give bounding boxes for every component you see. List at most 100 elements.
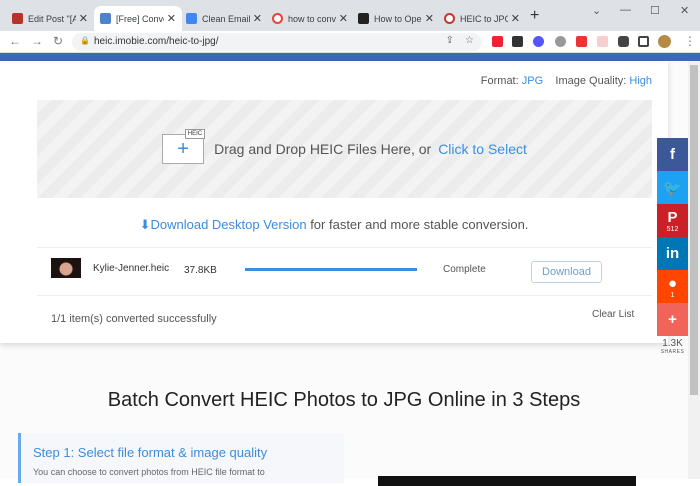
twitter-share-button[interactable]: 🐦 <box>657 171 688 204</box>
twitter-icon: 🐦 <box>663 179 682 197</box>
avatar[interactable] <box>658 35 671 48</box>
close-tab-icon[interactable]: ✕ <box>79 12 88 25</box>
more-share-button[interactable]: + <box>657 303 688 336</box>
file-thumbnail <box>51 258 81 278</box>
tab-label: Clean Email: <box>202 13 250 24</box>
file-size: 37.8KB <box>184 265 217 276</box>
quality-select[interactable]: High <box>629 75 652 87</box>
url-text: heic.imobie.com/heic-to-jpg/ <box>94 36 219 47</box>
close-tab-icon[interactable]: ✕ <box>511 12 520 25</box>
scrollbar[interactable] <box>688 61 700 479</box>
pinterest-icon: P <box>667 208 678 226</box>
extension-tp-icon[interactable] <box>492 36 503 47</box>
extension-icon[interactable] <box>533 36 544 47</box>
new-tab-button[interactable]: + <box>530 7 539 25</box>
pinterest-share-button[interactable]: P 512 <box>657 204 688 237</box>
section-heading: Batch Convert HEIC Photos to JPG Online … <box>107 389 581 411</box>
desktop-download-line: ⬇Download Desktop Version for faster and… <box>0 217 668 233</box>
site-header-bar <box>0 53 700 61</box>
file-list: Kylie-Jenner.heic 37.8KB Complete Downlo… <box>37 247 652 343</box>
favicon-icon <box>100 13 111 24</box>
step-text: You can choose to convert photos from HE… <box>33 467 265 477</box>
video-preview <box>378 476 636 486</box>
close-tab-icon[interactable]: ✕ <box>253 12 262 25</box>
plus-icon: + <box>668 311 677 328</box>
maximize-button[interactable]: ☐ <box>650 4 660 17</box>
dropzone-text: Drag and Drop HEIC Files Here, or <box>214 141 432 157</box>
extension-pdf-icon[interactable] <box>576 36 587 47</box>
file-status: Complete <box>443 264 486 275</box>
share-icon[interactable]: ⇪ <box>446 35 454 46</box>
converter-card: Format: JPG Image Quality: High + HEIC Dr… <box>0 61 668 343</box>
clear-list-button[interactable]: Clear List <box>592 309 634 320</box>
google-icon <box>272 13 283 24</box>
share-count: 1.3K <box>662 338 683 349</box>
conversion-summary: 1/1 item(s) converted successfully <box>51 313 217 325</box>
progress-fill <box>245 268 417 271</box>
progress-bar <box>245 268 417 271</box>
tab-label: How to Ope <box>374 13 422 24</box>
tab-label: Edit Post "[A <box>28 13 76 24</box>
desktop-text: for faster and more stable conversion. <box>306 217 529 232</box>
tab-heic-to-jpg[interactable]: HEIC to JPG ✕ <box>438 6 526 31</box>
heic-badge: HEIC <box>184 129 206 139</box>
download-arrow-icon: ⬇ <box>139 217 151 232</box>
download-desktop-link[interactable]: Download Desktop Version <box>150 217 306 232</box>
tab-edit-post[interactable]: Edit Post "[A ✕ <box>6 6 94 31</box>
file-name: Kylie-Jenner.heic <box>93 263 170 274</box>
extension-icon[interactable] <box>597 36 608 47</box>
dropzone[interactable]: + HEIC Drag and Drop HEIC Files Here, or … <box>37 100 652 198</box>
download-button[interactable]: Download <box>531 261 602 283</box>
favicon-icon <box>358 13 369 24</box>
scrollbar-thumb[interactable] <box>690 65 698 395</box>
puzzle-icon[interactable] <box>618 36 629 47</box>
tab-label: HEIC to JPG <box>460 13 508 24</box>
tab-label: how to conv <box>288 13 336 24</box>
format-label: Format: <box>480 75 519 87</box>
side-panel-icon[interactable] <box>638 36 649 47</box>
reddit-icon: ● <box>667 274 678 292</box>
close-window-button[interactable]: ✕ <box>680 4 689 17</box>
shares-label: SHARES <box>660 349 685 355</box>
back-icon[interactable]: ← <box>9 34 21 48</box>
step-title: Step 1: Select file format & image quali… <box>33 445 268 460</box>
star-icon[interactable]: ☆ <box>465 35 474 46</box>
reddit-share-button[interactable]: ● 1 <box>657 270 688 303</box>
tab-how-to-open[interactable]: How to Ope ✕ <box>352 6 440 31</box>
format-select[interactable]: JPG <box>522 75 543 87</box>
tab-google-search[interactable]: how to conv ✕ <box>266 6 354 31</box>
reddit-count: 1 <box>670 291 675 299</box>
minimize-button[interactable]: — <box>620 4 631 16</box>
extension-icon[interactable] <box>555 36 566 47</box>
page: Format: JPG Image Quality: High + HEIC Dr… <box>0 61 688 486</box>
share-total: 1.3K SHARES <box>657 338 688 355</box>
tab-search-icon[interactable]: ⌄ <box>592 4 601 17</box>
facebook-share-button[interactable]: f <box>657 138 688 171</box>
menu-icon[interactable]: ⋮ <box>684 34 696 48</box>
lock-icon: 🔒 <box>80 36 90 45</box>
step-1-box: Step 1: Select file format & image quali… <box>18 433 344 483</box>
quality-label: Image Quality: <box>555 75 627 87</box>
facebook-icon: f <box>670 146 675 163</box>
url-input[interactable]: 🔒 heic.imobie.com/heic-to-jpg/ ⇪ ☆ <box>72 33 482 51</box>
tab-bar: Edit Post "[A ✕ [Free] Conve ✕ Clean Email… <box>0 0 700 31</box>
options-row: Format: JPG Image Quality: High <box>481 75 652 87</box>
linkedin-icon: in <box>665 245 680 262</box>
docs-icon <box>186 13 197 24</box>
favicon-icon <box>444 13 455 24</box>
linkedin-share-button[interactable]: in <box>657 237 688 270</box>
file-row: Kylie-Jenner.heic 37.8KB Complete Downlo… <box>37 248 652 296</box>
social-share-bar: f 🐦 P 512 in ● 1 + 1.3K SHARES <box>657 138 688 355</box>
tab-clean-email[interactable]: Clean Email: ✕ <box>180 6 268 31</box>
click-to-select-link[interactable]: Click to Select <box>438 141 527 157</box>
pinterest-count: 512 <box>666 225 679 233</box>
close-tab-icon[interactable]: ✕ <box>425 12 434 25</box>
address-bar-row: ← → ↻ 🔒 heic.imobie.com/heic-to-jpg/ ⇪ ☆ ⋮ <box>0 31 700 53</box>
forward-icon[interactable]: → <box>31 34 43 48</box>
reload-icon[interactable]: ↻ <box>53 34 63 48</box>
tab-heic-converter[interactable]: [Free] Conve ✕ <box>94 6 182 31</box>
close-tab-icon[interactable]: ✕ <box>339 12 348 25</box>
close-tab-icon[interactable]: ✕ <box>167 12 176 25</box>
extension-icon[interactable] <box>512 36 523 47</box>
file-add-icon: + HEIC <box>162 129 206 164</box>
